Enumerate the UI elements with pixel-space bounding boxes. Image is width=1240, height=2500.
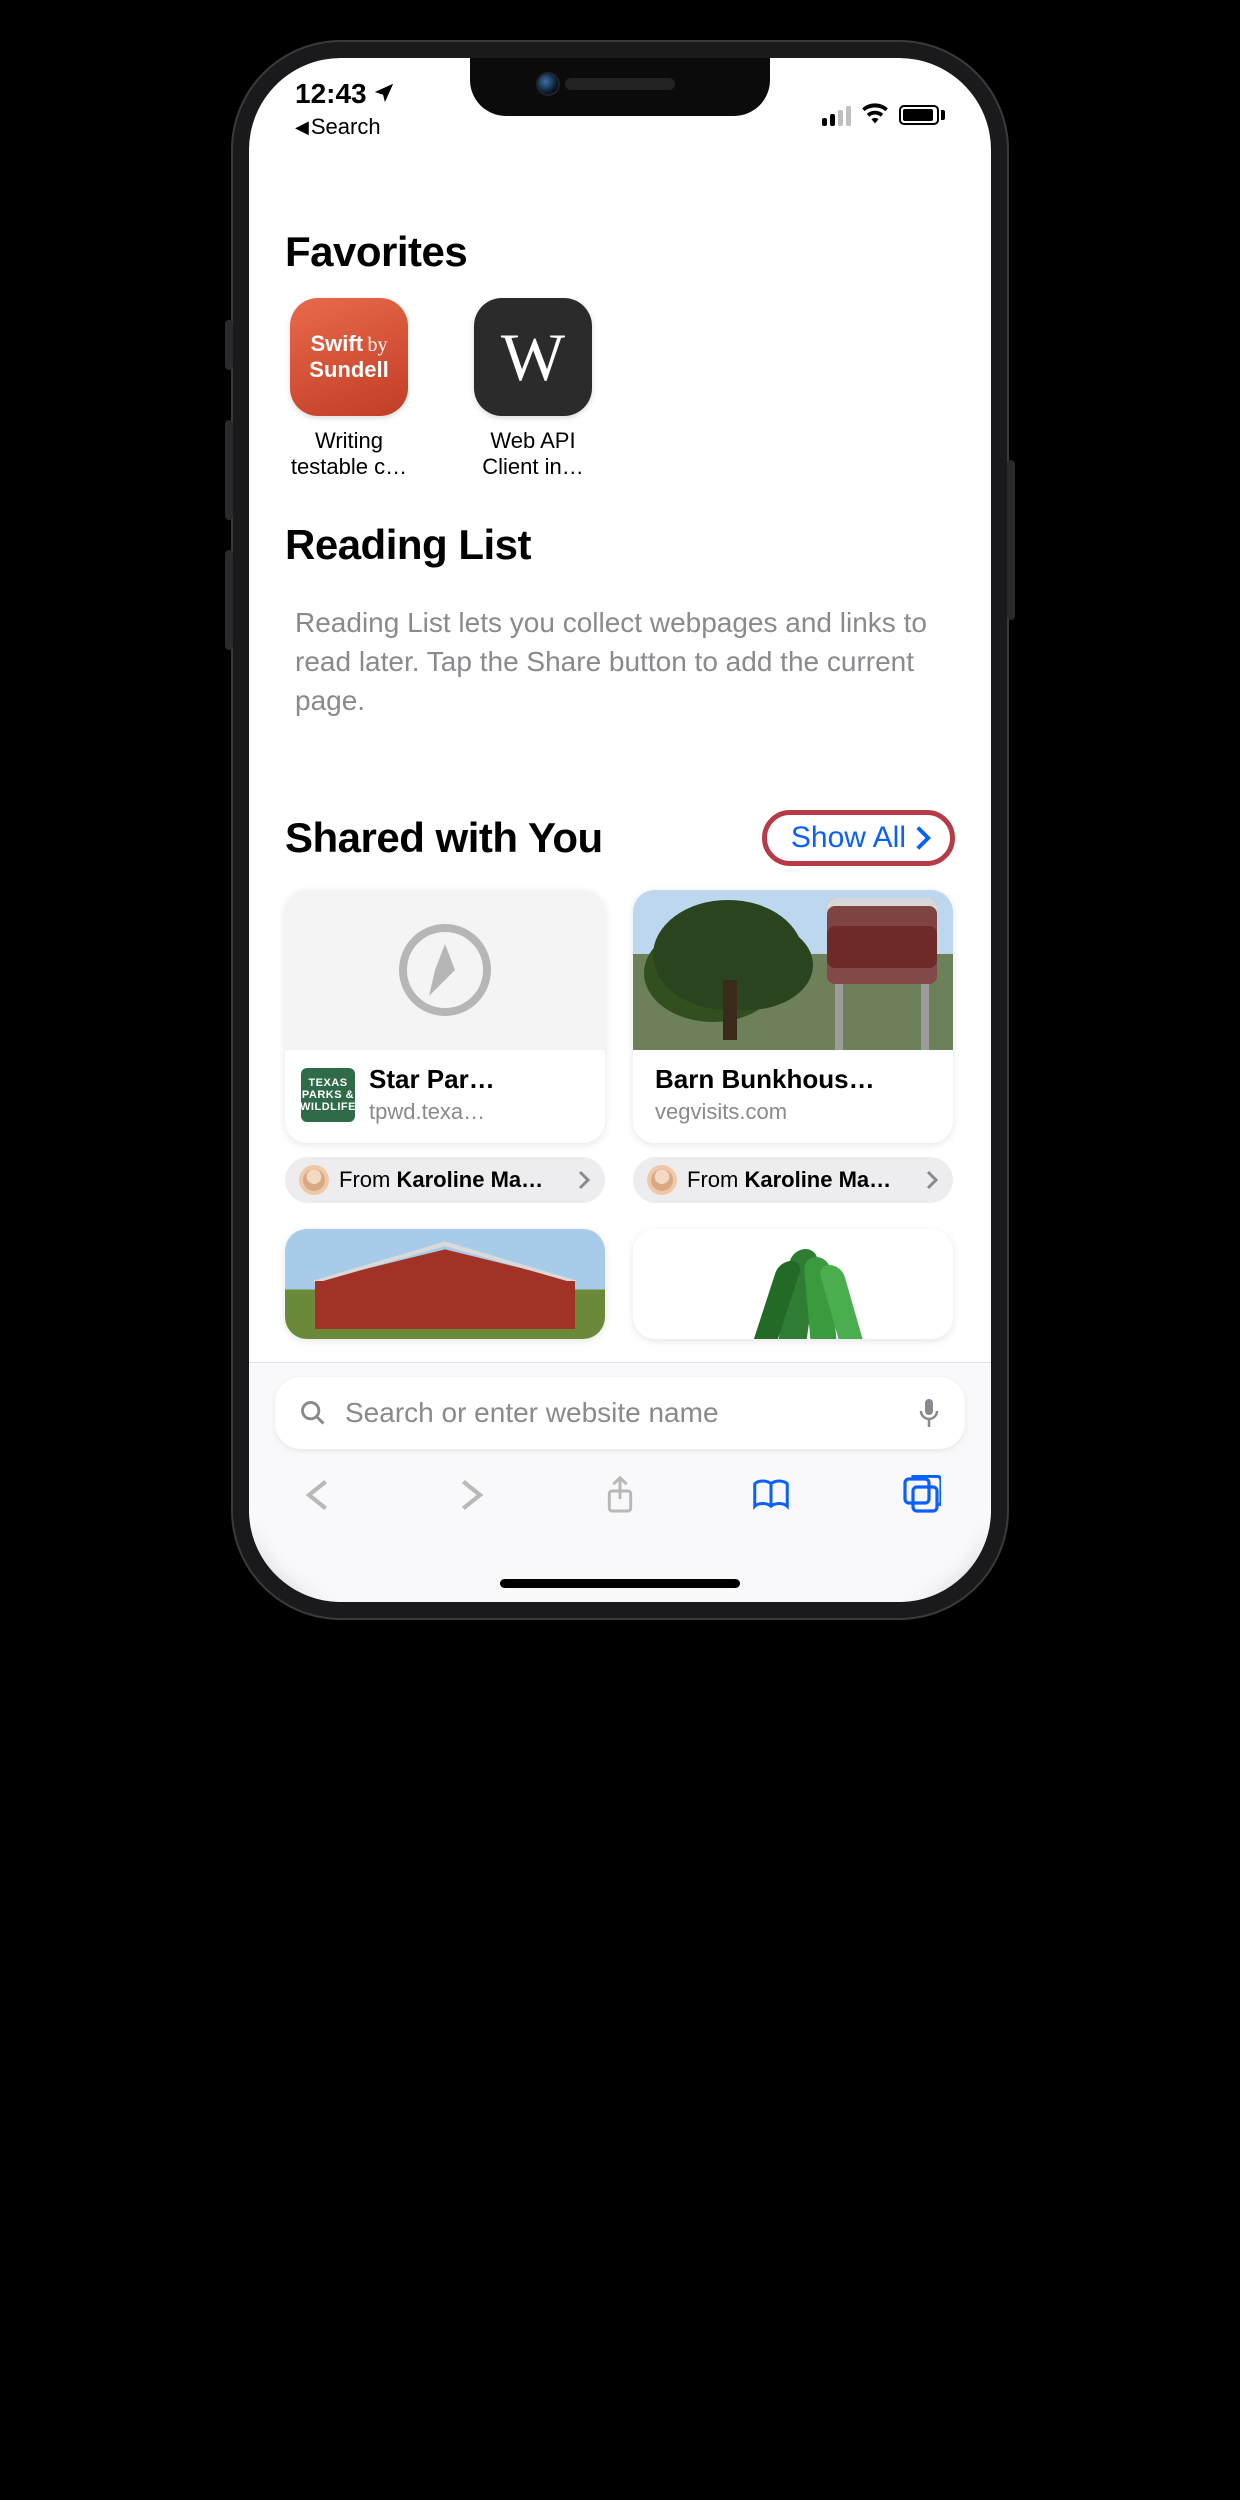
card-url: vegvisits.com [655,1099,875,1125]
avatar-icon [299,1165,329,1195]
side-button [225,420,233,520]
back-button[interactable] [299,1475,339,1520]
shared-card[interactable] [285,1229,605,1339]
tabs-icon [901,1475,941,1515]
chevron-right-icon [577,1170,591,1190]
side-button [225,320,233,370]
reading-list-info: Reading List lets you collect webpages a… [285,603,955,721]
shared-card-wrap: Barn Bunkhous… vegvisits.com From Karoli… [633,890,953,1203]
shared-with-you-title: Shared with You [285,814,603,862]
shared-card-wrap: TEXAS PARKS & WILDLIFE Star Par… tpwd.te… [285,890,605,1203]
favorite-icon-swift-by-sundell: Swift by Sundell [290,298,408,416]
back-triangle-icon: ◀ [295,117,309,138]
bookmarks-button[interactable] [751,1475,791,1520]
share-button[interactable] [600,1475,640,1520]
chevron-right-icon [914,825,932,851]
side-button [225,550,233,650]
microphone-icon[interactable] [917,1397,941,1429]
back-to-search-button[interactable]: ◀ Search [295,114,381,140]
speaker-grill [565,78,675,90]
notch [470,58,770,116]
chevron-right-icon [450,1475,490,1515]
show-all-label: Show All [791,821,906,855]
battery-icon [899,105,945,125]
status-time: 12:43 [295,78,367,110]
location-icon [373,78,395,110]
shared-cards-row [285,1229,955,1339]
url-placeholder: Search or enter website name [345,1397,899,1429]
shared-from-pill[interactable]: From Karoline Ma… [633,1157,953,1203]
front-camera [536,72,560,96]
shared-card[interactable]: TEXAS PARKS & WILDLIFE Star Par… tpwd.te… [285,890,605,1143]
favorite-icon-w: W [474,298,592,416]
card-url: tpwd.texa… [369,1099,495,1125]
card-thumb-image [285,1229,605,1339]
cellular-signal-icon [822,104,851,126]
card-favicon-texas-parks: TEXAS PARKS & WILDLIFE [301,1068,355,1122]
card-thumb-placeholder [285,890,605,1050]
chevron-right-icon [925,1170,939,1190]
screen: 12:43 ◀ Search [249,58,991,1602]
chevron-left-icon [299,1475,339,1515]
favorite-label: Web API Client in… [469,428,597,481]
toolbar [275,1449,965,1520]
card-thumb-image [633,890,953,1050]
home-indicator[interactable] [500,1579,740,1588]
favorites-title: Favorites [285,228,955,276]
avatar-icon [647,1165,677,1195]
card-title: Barn Bunkhous… [655,1064,875,1095]
search-icon [299,1399,327,1427]
favorite-label: Writing testable c… [285,428,413,481]
shared-card[interactable]: Barn Bunkhous… vegvisits.com [633,890,953,1143]
shared-card[interactable] [633,1229,953,1339]
card-title: Star Par… [369,1064,495,1095]
bottom-bar: Search or enter website name [249,1362,991,1602]
back-label: Search [311,114,381,140]
tabs-button[interactable] [901,1475,941,1520]
forward-button[interactable] [450,1475,490,1520]
shared-from-pill[interactable]: From Karoline Ma… [285,1157,605,1203]
favorites-row: Swift by Sundell Writing testable c… W W… [285,298,955,481]
shared-cards-row: TEXAS PARKS & WILDLIFE Star Par… tpwd.te… [285,890,955,1203]
side-button [1007,460,1015,620]
compass-icon [395,920,495,1020]
favorite-item[interactable]: W Web API Client in… [469,298,597,481]
card-thumb-image [633,1229,953,1339]
phone-frame: 12:43 ◀ Search [231,40,1009,1620]
share-icon [600,1475,640,1515]
wifi-icon [861,99,889,131]
book-icon [751,1475,791,1515]
url-bar[interactable]: Search or enter website name [275,1377,965,1449]
reading-list-title: Reading List [285,521,955,569]
show-all-button[interactable]: Show All [762,810,955,866]
favorite-item[interactable]: Swift by Sundell Writing testable c… [285,298,413,481]
